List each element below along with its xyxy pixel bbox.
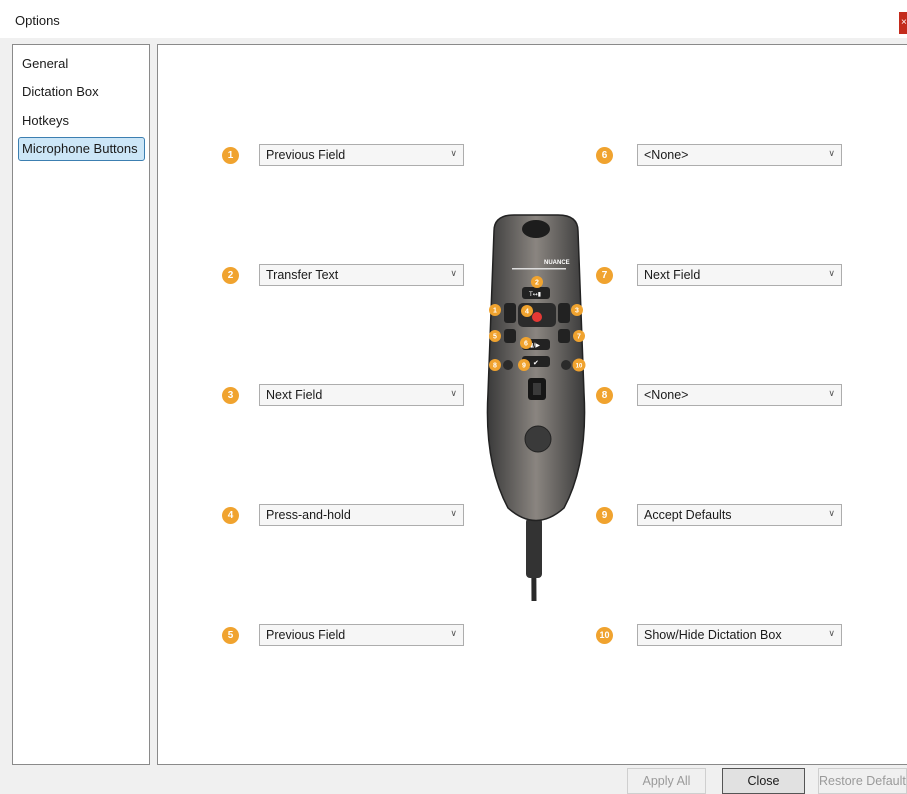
button-2-action-select[interactable]: Transfer Text ∨ bbox=[259, 264, 464, 286]
sidebar-item-dictation-box[interactable]: Dictation Box bbox=[22, 81, 99, 103]
close-window-button[interactable]: × bbox=[899, 12, 907, 34]
button-9-action-select[interactable]: Accept Defaults ∨ bbox=[637, 504, 842, 526]
device-badge-7: 7 bbox=[577, 334, 581, 341]
transfer-button-glyph: T↔▮ bbox=[528, 291, 541, 298]
button-8-action-select[interactable]: <None> ∨ bbox=[637, 384, 842, 406]
button-1-action-select[interactable]: Previous Field ∨ bbox=[259, 144, 464, 166]
apply-all-button[interactable]: Apply All bbox=[627, 768, 706, 794]
device-badge-9: 9 bbox=[522, 363, 526, 370]
chevron-down-icon: ∨ bbox=[450, 268, 457, 278]
sidebar-item-general[interactable]: General bbox=[22, 53, 68, 75]
button-number-badge: 2 bbox=[222, 267, 239, 284]
chevron-down-icon: ∨ bbox=[828, 268, 835, 278]
brand-logo: NUANCE bbox=[544, 260, 570, 266]
button-number-badge: 4 bbox=[222, 507, 239, 524]
button-6-action-select[interactable]: <None> ∨ bbox=[637, 144, 842, 166]
button-3-action-select[interactable]: Next Field ∨ bbox=[259, 384, 464, 406]
chevron-down-icon: ∨ bbox=[450, 628, 457, 638]
close-button[interactable]: Close bbox=[722, 768, 805, 794]
device-badge-1: 1 bbox=[493, 308, 497, 315]
chevron-down-icon: ∨ bbox=[450, 388, 457, 398]
button-4-action-select[interactable]: Press-and-hold ∨ bbox=[259, 504, 464, 526]
button-number-badge: 1 bbox=[222, 147, 239, 164]
record-icon bbox=[532, 312, 542, 322]
button-number-badge: 5 bbox=[222, 627, 239, 644]
button-number-badge: 6 bbox=[596, 147, 613, 164]
select-value: Next Field bbox=[266, 388, 323, 402]
sidebar-item-hotkeys[interactable]: Hotkeys bbox=[22, 110, 69, 132]
window-title: Options bbox=[15, 13, 60, 28]
button-number-badge: 9 bbox=[596, 507, 613, 524]
select-value: Next Field bbox=[644, 268, 701, 282]
device-badge-2: 2 bbox=[535, 280, 539, 287]
device-badge-3: 3 bbox=[575, 308, 579, 315]
chevron-down-icon: ∨ bbox=[450, 148, 457, 158]
select-value: Previous Field bbox=[266, 148, 346, 162]
chevron-down-icon: ∨ bbox=[450, 508, 457, 518]
chevron-down-icon: ∨ bbox=[828, 628, 835, 638]
select-value: Press-and-hold bbox=[266, 508, 351, 522]
device-badge-8: 8 bbox=[493, 363, 497, 370]
title-bar: Options × bbox=[0, 0, 907, 38]
button-7-action-select[interactable]: Next Field ∨ bbox=[637, 264, 842, 286]
select-value: Transfer Text bbox=[266, 268, 339, 282]
device-badge-5: 5 bbox=[493, 334, 497, 341]
options-sidebar: General Dictation Box Hotkeys Microphone… bbox=[12, 44, 150, 765]
device-badge-4: 4 bbox=[525, 309, 529, 316]
device-badge-10: 10 bbox=[576, 364, 583, 370]
select-value: <None> bbox=[644, 388, 689, 402]
check-glyph: ✔ bbox=[533, 359, 539, 367]
select-value: Accept Defaults bbox=[644, 508, 732, 522]
chevron-down-icon: ∨ bbox=[828, 148, 835, 158]
cable-strain-relief bbox=[526, 518, 542, 578]
chevron-down-icon: ∨ bbox=[828, 508, 835, 518]
select-value: Previous Field bbox=[266, 628, 346, 642]
button-number-badge: 8 bbox=[596, 387, 613, 404]
select-value: <None> bbox=[644, 148, 689, 162]
sidebar-item-microphone-buttons[interactable]: Microphone Buttons bbox=[18, 137, 145, 161]
restore-defaults-button[interactable]: Restore Defaults bbox=[818, 768, 907, 794]
button-5-action-select[interactable]: Previous Field ∨ bbox=[259, 624, 464, 646]
device-badge-6: 6 bbox=[524, 341, 528, 348]
chevron-down-icon: ∨ bbox=[828, 388, 835, 398]
button-number-badge: 10 bbox=[596, 627, 613, 644]
button-number-badge: 3 bbox=[222, 387, 239, 404]
button-10-action-select[interactable]: Show/Hide Dictation Box ∨ bbox=[637, 624, 842, 646]
select-value: Show/Hide Dictation Box bbox=[644, 628, 782, 642]
microphone-device-image: NUANCE T↔▮ ▮/▶ ✔ 2 1 4 3 5 7 6 8 9 10 bbox=[486, 214, 586, 602]
speaker-grille bbox=[524, 425, 552, 453]
button-number-badge: 7 bbox=[596, 267, 613, 284]
